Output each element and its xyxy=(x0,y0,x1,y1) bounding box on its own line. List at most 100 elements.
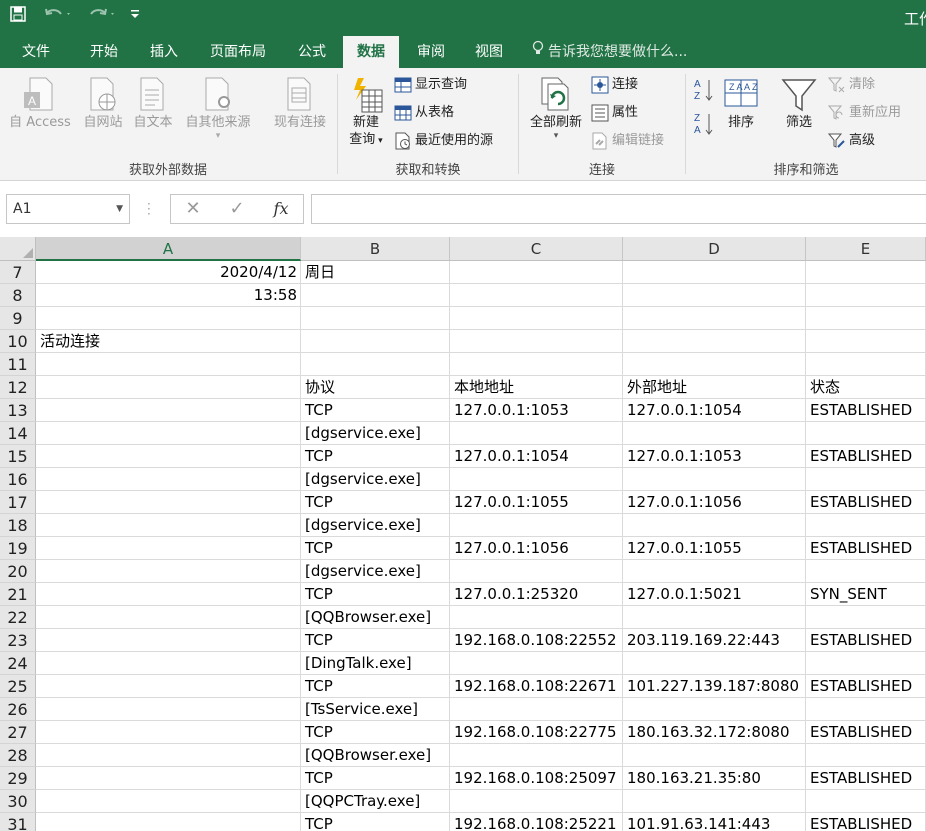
cell-e14[interactable] xyxy=(806,422,926,445)
column-header-d[interactable]: D xyxy=(623,237,806,261)
cell-d29[interactable]: 180.163.21.35:80 xyxy=(623,767,806,790)
cell-b24[interactable]: [DingTalk.exe] xyxy=(301,652,450,675)
formula-input[interactable] xyxy=(311,194,926,224)
row-header-23[interactable]: 23 xyxy=(0,629,36,652)
cell-e8[interactable] xyxy=(806,284,926,307)
column-header-b[interactable]: B xyxy=(301,237,450,261)
row-header-30[interactable]: 30 xyxy=(0,790,36,813)
cell-b13[interactable]: TCP xyxy=(301,399,450,422)
row-header-9[interactable]: 9 xyxy=(0,307,36,330)
tab-review[interactable]: 审阅 xyxy=(405,36,457,68)
cell-e29[interactable]: ESTABLISHED xyxy=(806,767,926,790)
row-header-11[interactable]: 11 xyxy=(0,353,36,376)
cell-b14[interactable]: [dgservice.exe] xyxy=(301,422,450,445)
cell-d15[interactable]: 127.0.0.1:1053 xyxy=(623,445,806,468)
cell-a31[interactable] xyxy=(36,813,301,831)
cell-a19[interactable] xyxy=(36,537,301,560)
cell-a11[interactable] xyxy=(36,353,301,376)
cell-d31[interactable]: 101.91.63.141:443 xyxy=(623,813,806,831)
cell-c26[interactable] xyxy=(450,698,623,721)
tab-insert[interactable]: 插入 xyxy=(138,36,190,68)
cell-c29[interactable]: 192.168.0.108:25097 xyxy=(450,767,623,790)
cell-a29[interactable] xyxy=(36,767,301,790)
tab-home[interactable]: 开始 xyxy=(78,36,130,68)
cell-a22[interactable] xyxy=(36,606,301,629)
cell-a13[interactable] xyxy=(36,399,301,422)
cell-d28[interactable] xyxy=(623,744,806,767)
cell-c15[interactable]: 127.0.0.1:1054 xyxy=(450,445,623,468)
cell-d18[interactable] xyxy=(623,514,806,537)
cell-d8[interactable] xyxy=(623,284,806,307)
cell-d30[interactable] xyxy=(623,790,806,813)
refresh-all-button[interactable]: 全部刷新 ▾ xyxy=(523,74,589,141)
row-header-26[interactable]: 26 xyxy=(0,698,36,721)
cancel-icon[interactable]: ✕ xyxy=(183,199,203,219)
cell-d17[interactable]: 127.0.0.1:1056 xyxy=(623,491,806,514)
column-header-e[interactable]: E xyxy=(806,237,926,261)
cell-b31[interactable]: TCP xyxy=(301,813,450,831)
cell-d27[interactable]: 180.163.32.172:8080 xyxy=(623,721,806,744)
cell-a17[interactable] xyxy=(36,491,301,514)
cell-d19[interactable]: 127.0.0.1:1055 xyxy=(623,537,806,560)
from-text-button[interactable]: 自文本 xyxy=(128,74,178,131)
cell-a12[interactable] xyxy=(36,376,301,399)
cell-c9[interactable] xyxy=(450,307,623,330)
sort-button[interactable]: Z AA Z 排序 xyxy=(720,74,762,131)
cell-e12[interactable]: 状态 xyxy=(806,376,926,399)
row-header-7[interactable]: 7 xyxy=(0,261,36,284)
cell-c19[interactable]: 127.0.0.1:1056 xyxy=(450,537,623,560)
cell-a27[interactable] xyxy=(36,721,301,744)
cell-c17[interactable]: 127.0.0.1:1055 xyxy=(450,491,623,514)
cell-b22[interactable]: [QQBrowser.exe] xyxy=(301,606,450,629)
sort-ascending-button[interactable]: AZ xyxy=(694,79,714,106)
row-header-16[interactable]: 16 xyxy=(0,468,36,491)
properties-button[interactable]: 属性 xyxy=(591,101,638,125)
filter-button[interactable]: 筛选 xyxy=(778,74,820,131)
cell-b11[interactable] xyxy=(301,353,450,376)
cell-d25[interactable]: 101.227.139.187:8080 xyxy=(623,675,806,698)
cell-c8[interactable] xyxy=(450,284,623,307)
cell-c25[interactable]: 192.168.0.108:22671 xyxy=(450,675,623,698)
cell-d26[interactable] xyxy=(623,698,806,721)
cell-b10[interactable] xyxy=(301,330,450,353)
cell-e7[interactable] xyxy=(806,261,926,284)
cell-e10[interactable] xyxy=(806,330,926,353)
cell-a24[interactable] xyxy=(36,652,301,675)
cell-a28[interactable] xyxy=(36,744,301,767)
cell-e26[interactable] xyxy=(806,698,926,721)
from-other-sources-button[interactable]: 自其他来源 ▾ xyxy=(178,74,258,141)
cell-c21[interactable]: 127.0.0.1:25320 xyxy=(450,583,623,606)
cell-e30[interactable] xyxy=(806,790,926,813)
row-header-21[interactable]: 21 xyxy=(0,583,36,606)
row-header-20[interactable]: 20 xyxy=(0,560,36,583)
tell-me-search[interactable]: 告诉我您想要做什么... xyxy=(532,36,687,68)
cell-a16[interactable] xyxy=(36,468,301,491)
connections-button[interactable]: 连接 xyxy=(591,73,638,97)
cell-c23[interactable]: 192.168.0.108:22552 xyxy=(450,629,623,652)
cell-b8[interactable] xyxy=(301,284,450,307)
redo-icon[interactable] xyxy=(84,3,120,25)
undo-icon[interactable] xyxy=(40,3,76,25)
cell-d14[interactable] xyxy=(623,422,806,445)
tab-data[interactable]: 数据 xyxy=(343,36,399,68)
row-header-22[interactable]: 22 xyxy=(0,606,36,629)
cell-b16[interactable]: [dgservice.exe] xyxy=(301,468,450,491)
cell-c27[interactable]: 192.168.0.108:22775 xyxy=(450,721,623,744)
cell-d24[interactable] xyxy=(623,652,806,675)
cell-a18[interactable] xyxy=(36,514,301,537)
cell-a9[interactable] xyxy=(36,307,301,330)
cell-b18[interactable]: [dgservice.exe] xyxy=(301,514,450,537)
cell-d23[interactable]: 203.119.169.22:443 xyxy=(623,629,806,652)
cell-a30[interactable] xyxy=(36,790,301,813)
cell-c18[interactable] xyxy=(450,514,623,537)
cell-b21[interactable]: TCP xyxy=(301,583,450,606)
cell-c28[interactable] xyxy=(450,744,623,767)
cell-d21[interactable]: 127.0.0.1:5021 xyxy=(623,583,806,606)
row-header-28[interactable]: 28 xyxy=(0,744,36,767)
tab-page-layout[interactable]: 页面布局 xyxy=(198,36,278,68)
cell-d13[interactable]: 127.0.0.1:1054 xyxy=(623,399,806,422)
row-header-19[interactable]: 19 xyxy=(0,537,36,560)
cell-b9[interactable] xyxy=(301,307,450,330)
cell-c24[interactable] xyxy=(450,652,623,675)
insert-function-icon[interactable]: fx xyxy=(271,199,291,219)
